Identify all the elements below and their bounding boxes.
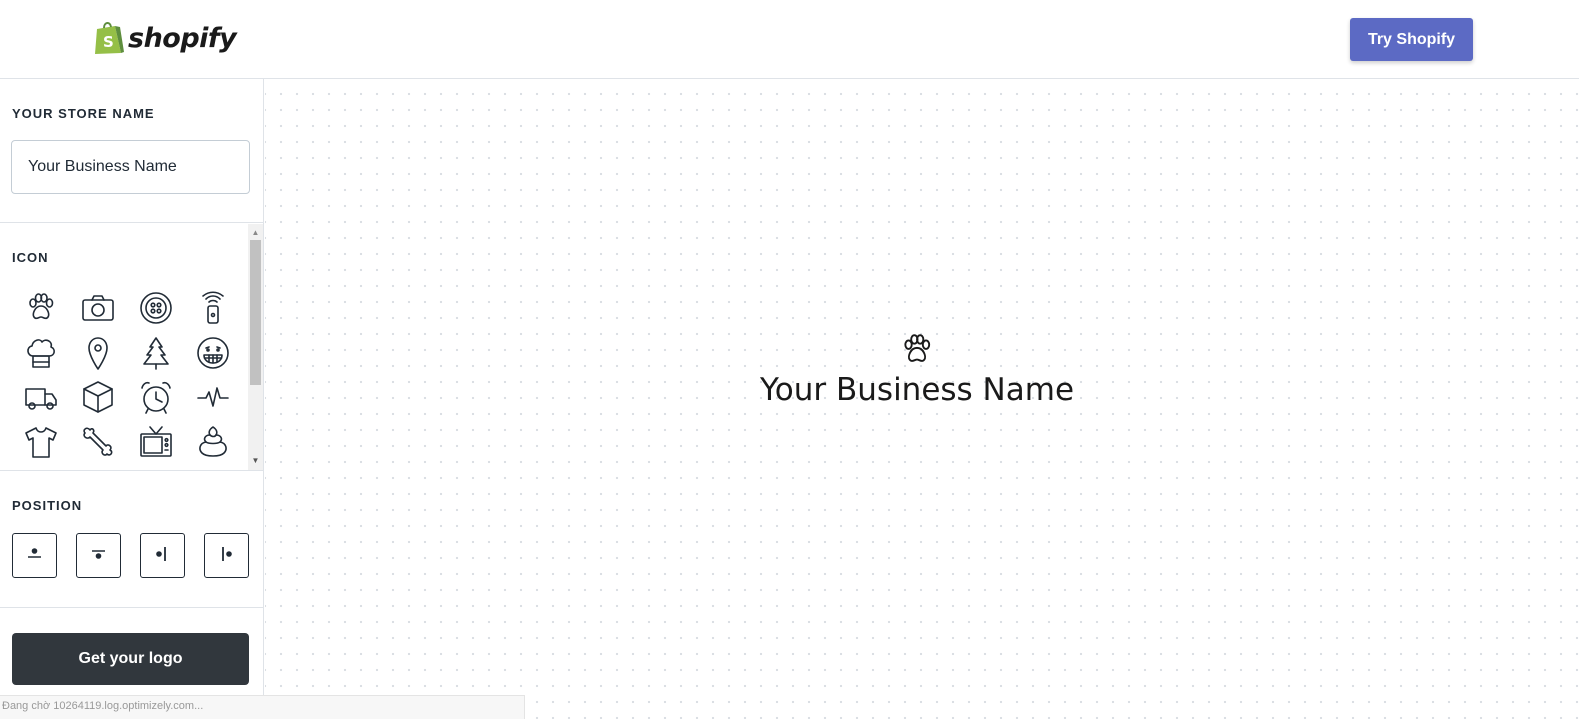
preview-business-name: Your Business Name: [759, 372, 1075, 408]
divider: [0, 607, 264, 608]
pine-tree-icon[interactable]: [127, 331, 185, 376]
store-name-heading: YOUR STORE NAME: [12, 106, 155, 121]
logo-wordmark: shopify: [128, 22, 237, 54]
tv-icon[interactable]: [127, 420, 185, 465]
icon-scrollbar[interactable]: ▲ ▼: [248, 224, 263, 470]
svg-text:S: S: [103, 33, 114, 51]
remote-icon[interactable]: [185, 286, 243, 331]
top-header: S shopify Try Shopify: [0, 0, 1579, 79]
store-name-input[interactable]: [11, 140, 250, 194]
shopping-bag-icon: S: [95, 22, 124, 54]
browser-status-bar: Đang chờ 10264119.log.optimizely.com...: [0, 695, 525, 719]
camera-icon[interactable]: [70, 286, 128, 331]
shopify-logo[interactable]: S shopify: [93, 20, 237, 56]
divider: [0, 470, 264, 471]
tshirt-icon[interactable]: [12, 420, 70, 465]
chef-hat-icon[interactable]: [12, 331, 70, 376]
icon-picker[interactable]: ICON ▲ ▼: [0, 224, 264, 470]
grin-face-icon[interactable]: [185, 331, 243, 376]
location-pin-icon[interactable]: [70, 331, 128, 376]
paw-icon: [904, 334, 931, 362]
position-icon-above-icon: [28, 548, 41, 558]
get-your-logo-button[interactable]: Get your logo: [12, 633, 249, 685]
alarm-clock-icon[interactable]: [127, 375, 185, 420]
scroll-down-arrow-icon[interactable]: ▼: [248, 454, 263, 468]
heartbeat-icon[interactable]: [185, 375, 243, 420]
button-icon[interactable]: [127, 286, 185, 331]
position-icon-right-icon: [222, 547, 232, 561]
poop-icon[interactable]: [185, 420, 243, 465]
position-icon-below-line-icon: [92, 550, 105, 559]
try-shopify-button[interactable]: Try Shopify: [1350, 18, 1473, 61]
logo-preview: Your Business Name: [265, 332, 1569, 408]
position-icon-below-line-button[interactable]: [76, 533, 121, 578]
paw-icon[interactable]: [12, 286, 70, 331]
editor-sidebar: YOUR STORE NAME ICON: [0, 79, 264, 719]
divider: [0, 222, 264, 223]
scroll-thumb[interactable]: [250, 240, 261, 385]
icon-heading: ICON: [12, 250, 49, 265]
scroll-up-arrow-icon[interactable]: ▲: [248, 226, 263, 240]
position-icon-above-button[interactable]: [12, 533, 57, 578]
truck-icon[interactable]: [12, 375, 70, 420]
position-icon-left-icon: [156, 547, 166, 561]
position-icon-right-button[interactable]: [204, 533, 249, 578]
position-icon-left-button[interactable]: [140, 533, 185, 578]
icon-grid: [12, 286, 242, 464]
box-icon[interactable]: [70, 375, 128, 420]
position-heading: POSITION: [12, 498, 83, 513]
logo-preview-canvas: Your Business Name: [265, 80, 1579, 719]
bone-icon[interactable]: [70, 420, 128, 465]
